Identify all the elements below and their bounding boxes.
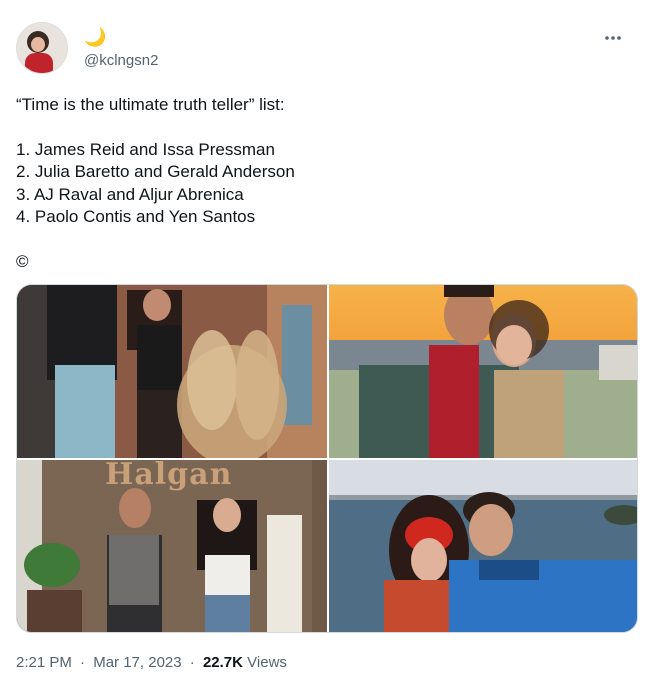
tweet-line: 3. AJ Raval and Aljur Abrenica	[16, 184, 244, 204]
more-options-button[interactable]	[599, 24, 627, 52]
tweet-time[interactable]: 2:21 PM	[16, 654, 72, 671]
tweet-text: “Time is the ultimate truth teller” list…	[16, 94, 626, 273]
avatar[interactable]	[16, 22, 68, 74]
photo-2[interactable]	[329, 285, 637, 458]
views-label: Views	[247, 654, 287, 671]
avatar-face	[31, 37, 45, 52]
photo-1[interactable]	[17, 285, 327, 458]
tweet-line: 1. James Reid and Issa Pressman	[16, 139, 275, 159]
views-count[interactable]: 22.7K	[203, 654, 243, 671]
photo-4[interactable]	[329, 460, 637, 632]
tweet-line: 4. Paolo Contis and Yen Santos	[16, 207, 256, 226]
display-name[interactable]: 🌙	[84, 26, 106, 48]
meta-separator: ·	[189, 654, 195, 671]
tweet-line: 2. Julia Baretto and Gerald Anderson	[16, 162, 295, 181]
photo-3[interactable]: Halgan	[17, 460, 327, 632]
photo-1-image	[17, 285, 327, 458]
moon-icon: 🌙	[84, 27, 107, 47]
tweet-meta: 2:21 PM · Mar 17, 2023 · 22.7K Views	[16, 654, 287, 671]
photo-2-image	[329, 285, 637, 458]
tweet-date[interactable]: Mar 17, 2023	[93, 654, 181, 671]
sign-text: Halgan	[105, 460, 233, 492]
more-horizontal-icon	[605, 36, 621, 40]
meta-separator: ·	[80, 654, 86, 671]
photo-4-image	[329, 460, 637, 632]
avatar-dress	[25, 53, 53, 73]
tweet-header: 🌙 @kclngsn2	[16, 22, 631, 76]
tweet-line: “Time is the ultimate truth teller” list…	[16, 95, 285, 114]
media-grid: Halgan	[16, 284, 638, 633]
tweet-line: ©	[16, 251, 29, 271]
user-handle[interactable]: @kclngsn2	[84, 52, 158, 69]
